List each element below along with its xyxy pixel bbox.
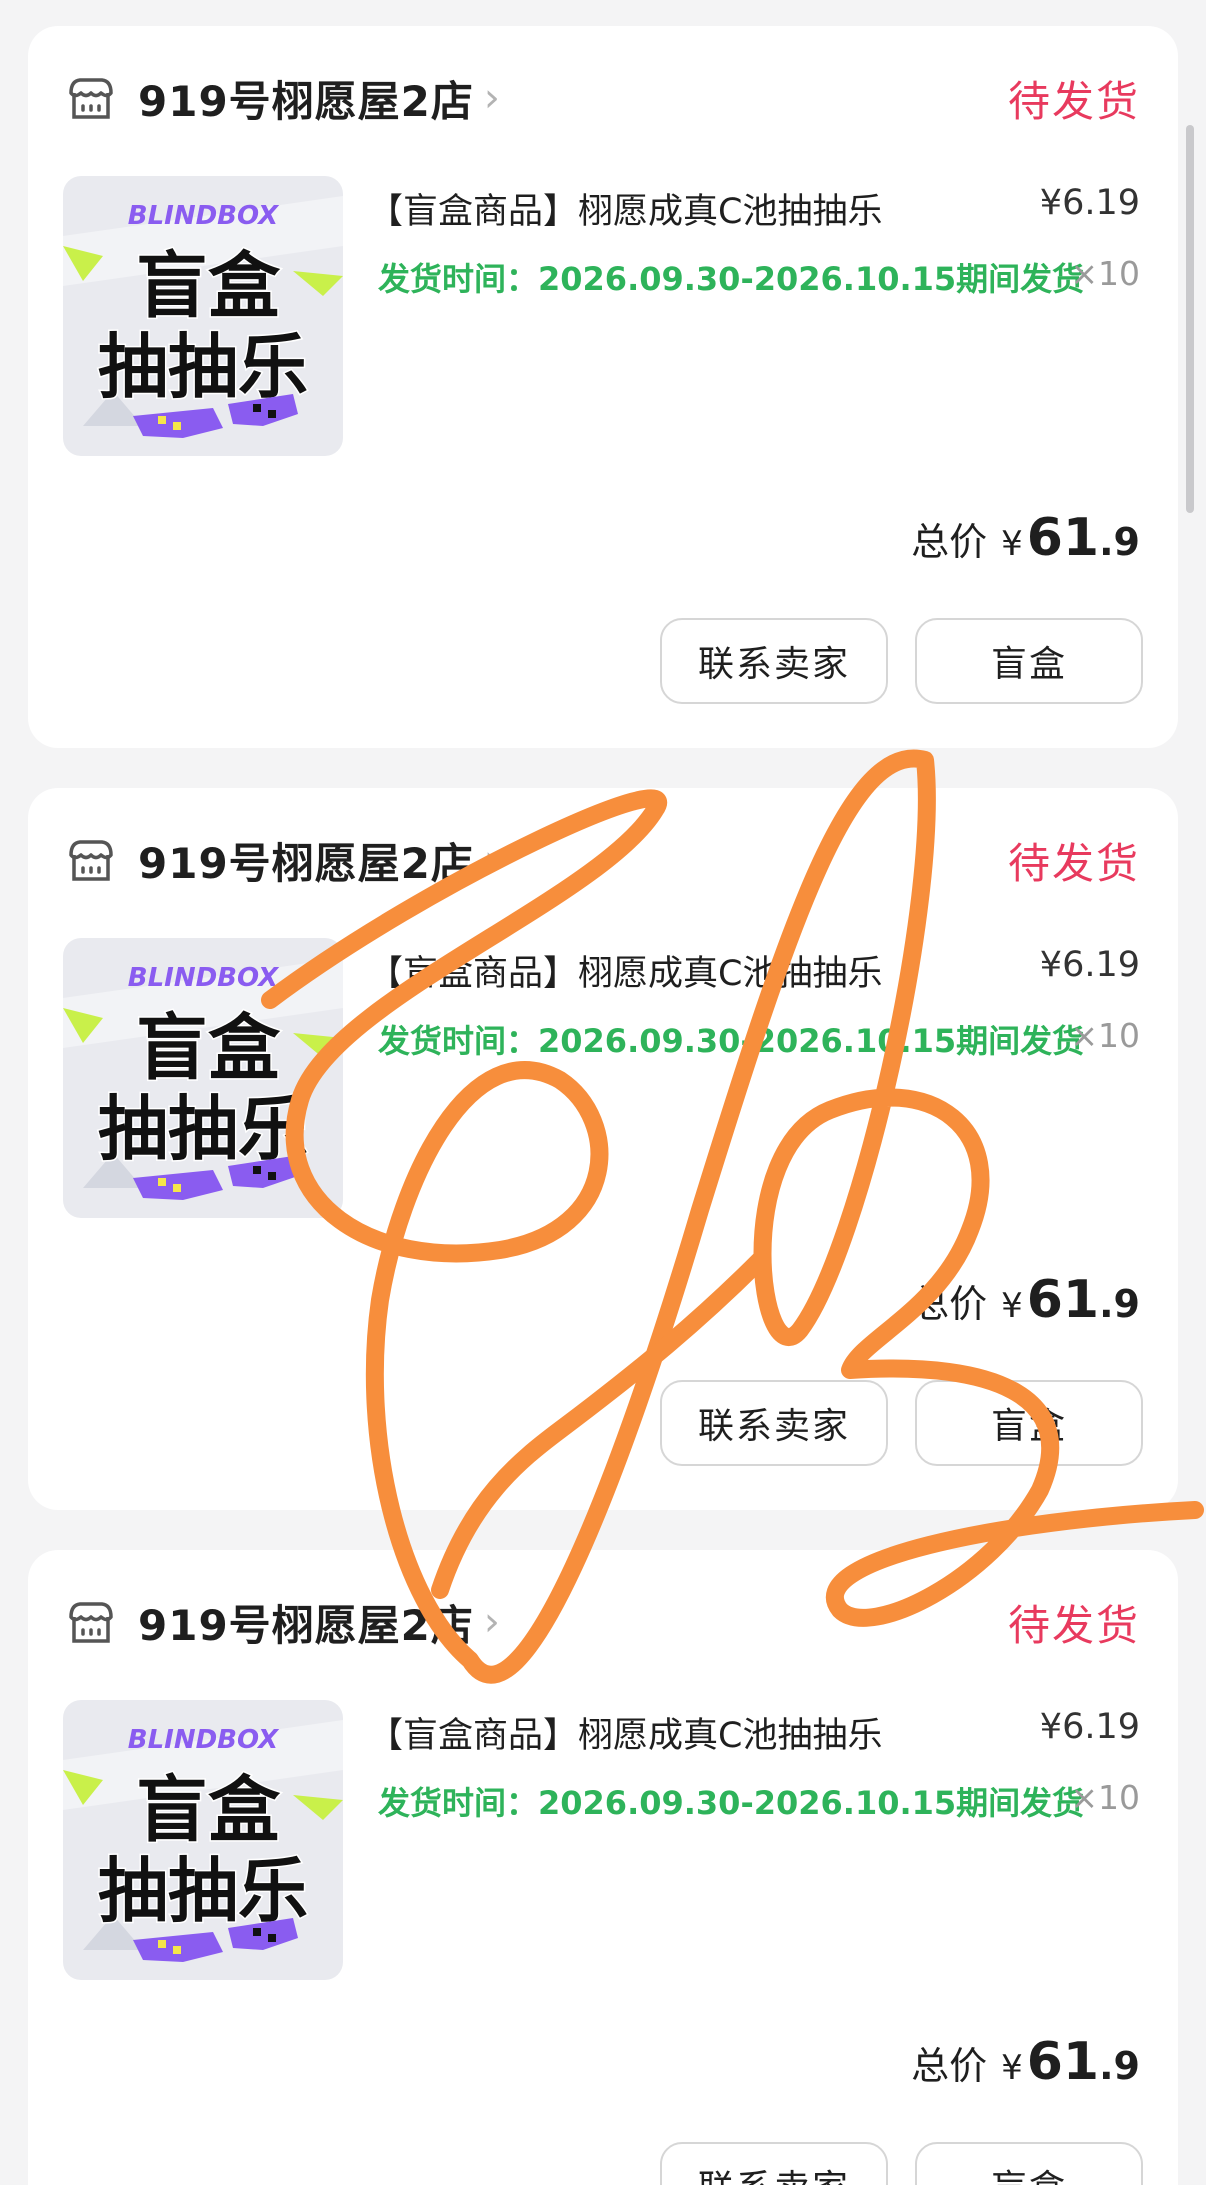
order-card-header: 919号栩愿屋2店 › 待发货 bbox=[66, 1590, 1140, 1654]
order-total: 总价 ¥ 61 .9 bbox=[911, 508, 1140, 568]
total-amount-dec: .9 bbox=[1099, 2044, 1140, 2088]
order-card-header: 919号栩愿屋2店 › 待发货 bbox=[66, 828, 1140, 892]
total-label: 总价 bbox=[911, 1282, 988, 1326]
image-line2-text: 抽抽乐 bbox=[98, 1088, 308, 1170]
order-card[interactable]: 919号栩愿屋2店 › 待发货 BLINDBOX 盲盒 抽抽乐 【盲盒商品】栩愿… bbox=[28, 26, 1178, 748]
total-amount-dec: .9 bbox=[1099, 1282, 1140, 1326]
image-line2-text: 抽抽乐 bbox=[98, 326, 308, 408]
chevron-right-icon[interactable]: › bbox=[484, 78, 500, 118]
blind-box-button[interactable]: 盲盒 bbox=[915, 1380, 1143, 1466]
shipping-info: 发货时间：2026.09.30-2026.10.15期间发货 bbox=[378, 260, 1085, 298]
shipping-info: 发货时间：2026.09.30-2026.10.15期间发货 bbox=[378, 1022, 1085, 1060]
unit-price: ¥6.19 bbox=[1039, 1707, 1140, 1747]
total-label: 总价 bbox=[911, 520, 988, 564]
chevron-right-icon[interactable]: › bbox=[484, 840, 500, 880]
contact-seller-button[interactable]: 联系卖家 bbox=[660, 2142, 888, 2185]
shop-name[interactable]: 919号栩愿屋2店 bbox=[138, 68, 474, 129]
product-image[interactable]: BLINDBOX 盲盒 抽抽乐 bbox=[63, 176, 343, 456]
order-status: 待发货 bbox=[1007, 838, 1140, 888]
total-amount-int: 61 bbox=[1026, 508, 1100, 568]
order-status: 待发货 bbox=[1007, 1600, 1140, 1650]
shop-name[interactable]: 919号栩愿屋2店 bbox=[138, 1592, 474, 1653]
quantity: ×10 bbox=[1070, 254, 1140, 293]
order-total: 总价 ¥ 61 .9 bbox=[911, 2032, 1140, 2092]
total-label: 总价 bbox=[911, 2044, 988, 2088]
product-title[interactable]: 【盲盒商品】栩愿成真C池抽抽乐 bbox=[368, 945, 882, 996]
shop-icon bbox=[69, 840, 113, 881]
product-image[interactable]: BLINDBOX 盲盒 抽抽乐 bbox=[63, 938, 343, 1218]
image-line2-text: 抽抽乐 bbox=[98, 1850, 308, 1932]
shop-icon bbox=[69, 78, 113, 119]
blind-box-button[interactable]: 盲盒 bbox=[915, 2142, 1143, 2185]
order-card[interactable]: 919号栩愿屋2店 › 待发货 BLINDBOX 盲盒 抽抽乐 【盲盒商品】栩愿… bbox=[28, 1550, 1178, 2185]
scrollbar[interactable] bbox=[1186, 125, 1194, 513]
shop-name[interactable]: 919号栩愿屋2店 bbox=[138, 830, 474, 891]
order-card-header: 919号栩愿屋2店 › 待发货 bbox=[66, 66, 1140, 130]
unit-price: ¥6.19 bbox=[1039, 183, 1140, 223]
product-title[interactable]: 【盲盒商品】栩愿成真C池抽抽乐 bbox=[368, 183, 882, 234]
quantity: ×10 bbox=[1070, 1778, 1140, 1817]
image-brand-text: BLINDBOX bbox=[128, 963, 280, 993]
total-amount-int: 61 bbox=[1026, 2032, 1100, 2092]
order-card[interactable]: 919号栩愿屋2店 › 待发货 BLINDBOX 盲盒 抽抽乐 【盲盒商品】栩愿… bbox=[28, 788, 1178, 1510]
quantity: ×10 bbox=[1070, 1016, 1140, 1055]
image-brand-text: BLINDBOX bbox=[128, 201, 280, 231]
order-list-page: 919号栩愿屋2店 › 待发货 BLINDBOX 盲盒 抽抽乐 【盲盒商品】栩愿… bbox=[0, 0, 1206, 2185]
blind-box-button[interactable]: 盲盒 bbox=[915, 618, 1143, 704]
image-line1-text: 盲盒 bbox=[136, 1768, 281, 1852]
order-total: 总价 ¥ 61 .9 bbox=[911, 1270, 1140, 1330]
order-status: 待发货 bbox=[1007, 76, 1140, 126]
image-line1-text: 盲盒 bbox=[136, 1006, 281, 1090]
product-title[interactable]: 【盲盒商品】栩愿成真C池抽抽乐 bbox=[368, 1707, 882, 1758]
total-amount-int: 61 bbox=[1026, 1270, 1100, 1330]
total-amount-dec: .9 bbox=[1099, 520, 1140, 564]
product-image[interactable]: BLINDBOX 盲盒 抽抽乐 bbox=[63, 1700, 343, 1980]
shipping-info: 发货时间：2026.09.30-2026.10.15期间发货 bbox=[378, 1784, 1085, 1822]
contact-seller-button[interactable]: 联系卖家 bbox=[660, 618, 888, 704]
contact-seller-button[interactable]: 联系卖家 bbox=[660, 1380, 888, 1466]
shop-icon bbox=[69, 1602, 113, 1643]
total-currency: ¥ bbox=[1001, 524, 1023, 564]
total-currency: ¥ bbox=[1001, 2048, 1023, 2088]
chevron-right-icon[interactable]: › bbox=[484, 1602, 500, 1642]
unit-price: ¥6.19 bbox=[1039, 945, 1140, 985]
image-line1-text: 盲盒 bbox=[136, 244, 281, 328]
image-brand-text: BLINDBOX bbox=[128, 1725, 280, 1755]
total-currency: ¥ bbox=[1001, 1286, 1023, 1326]
